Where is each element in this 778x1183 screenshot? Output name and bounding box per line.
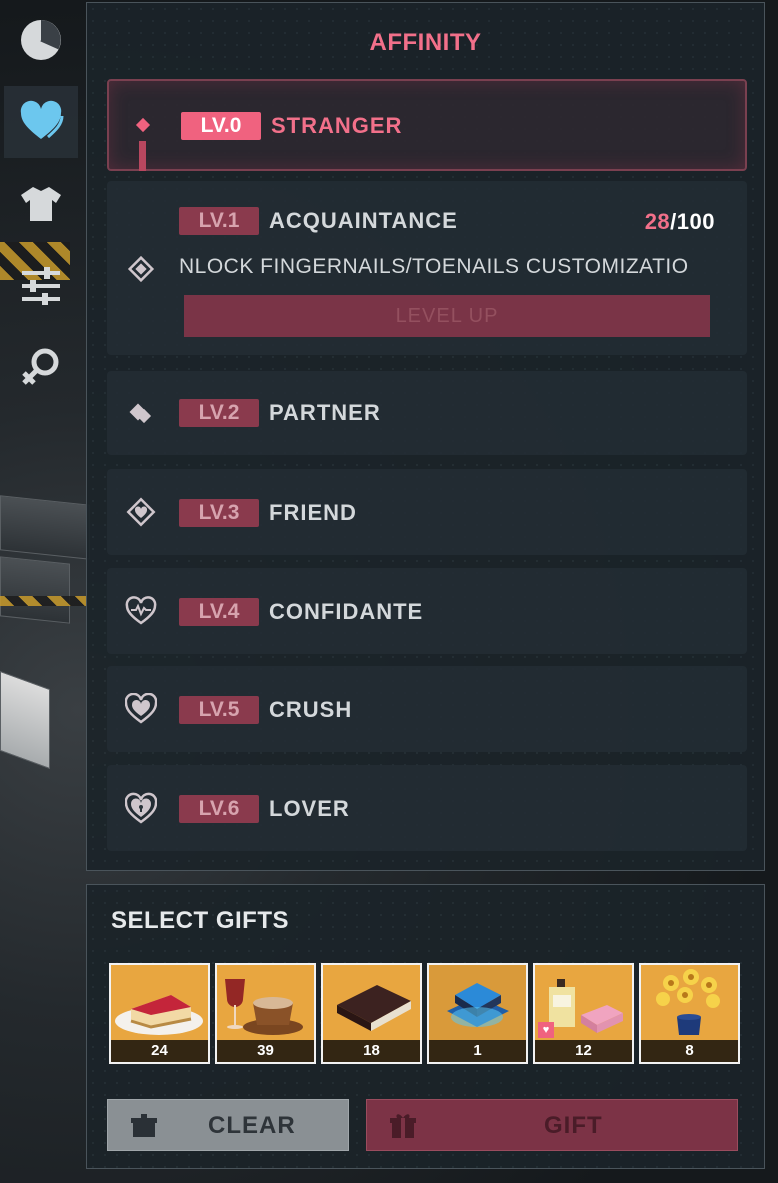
shirt-icon xyxy=(21,187,61,221)
gift-item-perfume[interactable]: ♥ 12 xyxy=(533,963,634,1064)
sidebar-item-settings[interactable] xyxy=(4,250,78,322)
sidebar-item-profile[interactable] xyxy=(4,332,78,404)
gift-item-flowers[interactable]: 8 xyxy=(639,963,740,1064)
unlock-description: NLOCK FINGERNAILS/TOENAILS CUSTOMIZATIO xyxy=(179,255,689,278)
gift-box-icon xyxy=(390,1114,416,1138)
book-icon xyxy=(323,965,420,1041)
sidebar xyxy=(0,0,84,420)
diamond-dot-icon xyxy=(135,117,151,133)
gift-count: 39 xyxy=(217,1040,314,1062)
affinity-panel: AFFINITY LV.0 STRANGER LV.1 ACQUAINTANCE… xyxy=(86,2,765,871)
pie-chart-icon xyxy=(21,20,61,60)
split-diamond-icon xyxy=(129,403,152,424)
cheesecake-icon xyxy=(111,965,208,1041)
level-badge: LV.5 xyxy=(179,696,259,724)
progress-max: /100 xyxy=(670,209,715,234)
level-badge: LV.6 xyxy=(179,795,259,823)
level-card-friend[interactable]: LV.3 FRIEND xyxy=(107,469,747,555)
gifts-panel: SELECT GIFTS 24 39 18 1 ♥ 12 8 CLEAR GIF… xyxy=(86,884,765,1169)
double-heart-icon xyxy=(125,693,157,724)
affinity-progress: 28/100 xyxy=(645,209,715,235)
progress-current: 28 xyxy=(644,209,671,234)
diamond-icon xyxy=(127,255,155,283)
gift-count: 12 xyxy=(535,1040,632,1062)
heart-diamond-icon xyxy=(126,497,156,527)
level-up-button[interactable]: LEVEL UP xyxy=(184,295,710,337)
level-name: CRUSH xyxy=(269,697,353,722)
coffee-cup-icon xyxy=(217,965,314,1041)
background-hazard-stripe xyxy=(0,596,86,606)
box-icon xyxy=(131,1114,157,1137)
gift-button[interactable]: GIFT xyxy=(366,1099,738,1151)
level-card-partner[interactable]: LV.2 PARTNER xyxy=(107,371,747,455)
level-badge: LV.3 xyxy=(179,499,259,527)
gift-item-cheesecake[interactable]: 24 xyxy=(109,963,210,1064)
level-name: CONFIDANTE xyxy=(269,599,424,624)
panel-title: AFFINITY xyxy=(369,29,482,56)
level-name: LOVER xyxy=(269,796,350,821)
level-card-crush[interactable]: LV.5 CRUSH xyxy=(107,666,747,752)
heart-lock-icon xyxy=(125,792,157,824)
level-name: FRIEND xyxy=(269,500,357,525)
gift-count: 1 xyxy=(429,1040,526,1062)
clear-label: CLEAR xyxy=(208,1112,296,1139)
level-badge: LV.4 xyxy=(179,598,259,626)
level-name: STRANGER xyxy=(271,113,403,138)
flowers-icon xyxy=(641,965,738,1041)
level-name: PARTNER xyxy=(269,400,381,425)
level-card-acquaintance[interactable]: LV.1 ACQUAINTANCE 28/100 NLOCK FINGERNAI… xyxy=(107,181,747,355)
gifts-title: SELECT GIFTS xyxy=(111,907,290,934)
gift-item-chip[interactable]: 1 xyxy=(427,963,528,1064)
gift-item-coffee-and-wine[interactable]: 39 xyxy=(215,963,316,1064)
level-card-stranger[interactable]: LV.0 STRANGER xyxy=(107,79,747,171)
sidebar-item-affinity[interactable] xyxy=(4,86,78,158)
level-card-lover[interactable]: LV.6 LOVER xyxy=(107,765,747,851)
sidebar-item-outfit[interactable] xyxy=(4,168,78,240)
background-plate xyxy=(0,495,90,560)
heart-icon xyxy=(20,100,64,139)
sidebar-item-stats[interactable] xyxy=(4,4,78,76)
gift-count: 18 xyxy=(323,1040,420,1062)
level-progress-mark xyxy=(139,141,146,171)
clear-button[interactable]: CLEAR xyxy=(107,1099,349,1151)
gift-count: 8 xyxy=(641,1040,738,1062)
gender-icon xyxy=(22,348,59,385)
sliders-icon xyxy=(22,267,60,305)
level-card-confidante[interactable]: LV.4 CONFIDANTE xyxy=(107,568,747,654)
level-badge: LV.2 xyxy=(179,399,259,427)
gift-count: 24 xyxy=(111,1040,208,1062)
heartbeat-icon xyxy=(125,596,157,625)
level-badge: LV.1 xyxy=(179,207,259,235)
gift-item-book[interactable]: 18 xyxy=(321,963,422,1064)
background-plate xyxy=(0,556,70,624)
level-name: ACQUAINTANCE xyxy=(269,208,458,233)
favorite-heart-icon: ♥ xyxy=(538,1022,554,1038)
chip-icon xyxy=(429,965,526,1041)
gift-label: GIFT xyxy=(544,1112,603,1139)
level-badge: LV.0 xyxy=(181,112,261,140)
